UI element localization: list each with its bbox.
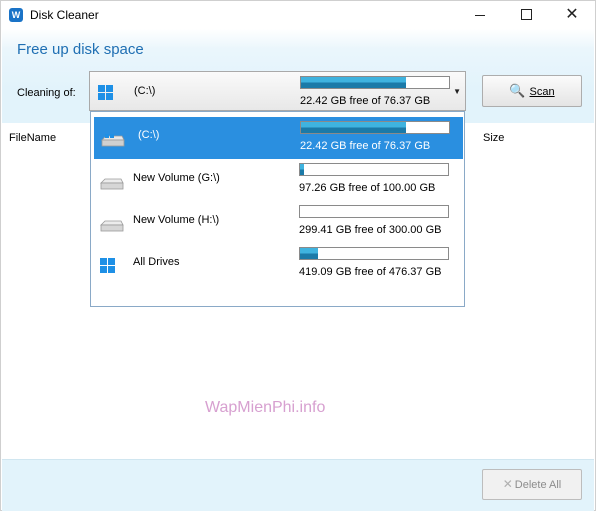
- dropdown-item-free: 97.26 GB free of 100.00 GB: [299, 182, 436, 194]
- dropdown-item-h[interactable]: New Volume (H:\) 299.41 GB free of 300.0…: [91, 201, 464, 243]
- drive-dropdown-list: (C:\) 22.42 GB free of 76.37 GB New Volu…: [90, 111, 465, 307]
- drive-usage-bar: [299, 163, 449, 176]
- watermark: WapMienPhi.info: [205, 399, 326, 416]
- dropdown-item-free: 22.42 GB free of 76.37 GB: [300, 140, 431, 152]
- chevron-down-icon[interactable]: ▼: [453, 87, 461, 96]
- usage-fill: [300, 164, 305, 175]
- dropdown-item-name: All Drives: [133, 256, 180, 268]
- drive-icon: [100, 220, 124, 232]
- dropdown-item-all-drives[interactable]: All Drives 419.09 GB free of 476.37 GB: [91, 243, 464, 285]
- cleaning-of-label: Cleaning of:: [17, 87, 76, 99]
- selected-drive-name: (C:\): [134, 85, 156, 97]
- close-icon: ✕: [565, 6, 579, 23]
- maximize-button[interactable]: [503, 1, 549, 29]
- scan-button-label: Scan: [529, 86, 555, 98]
- scan-button[interactable]: 🔍 Scan: [482, 75, 582, 107]
- magnifier-icon: 🔍: [509, 83, 526, 98]
- dropdown-item-g[interactable]: New Volume (G:\) 97.26 GB free of 100.00…: [91, 159, 464, 201]
- delete-all-button[interactable]: ✕ Delete All: [482, 469, 582, 500]
- windows-drive-icon: [101, 134, 125, 147]
- dropdown-item-name: (C:\): [138, 129, 160, 141]
- drive-select[interactable]: (C:\) 22.42 GB free of 76.37 GB ▼: [89, 71, 466, 111]
- dropdown-item-name: New Volume (H:\): [133, 214, 220, 226]
- page-title: Free up disk space: [17, 41, 144, 58]
- window-title: Disk Cleaner: [30, 8, 99, 22]
- dropdown-item-free: 419.09 GB free of 476.37 GB: [299, 266, 442, 278]
- windows-drive-icon: [98, 85, 114, 101]
- maximize-icon: [520, 8, 532, 20]
- title-bar: W Disk Cleaner ✕: [1, 1, 595, 29]
- minimize-icon: [475, 14, 485, 16]
- usage-fill: [301, 77, 407, 88]
- windows-logo-icon: [100, 258, 116, 274]
- drive-usage-bar: [299, 205, 449, 218]
- selected-drive-free: 22.42 GB free of 76.37 GB: [300, 95, 431, 107]
- dropdown-item-free: 299.41 GB free of 300.00 GB: [299, 224, 442, 236]
- dropdown-item-c[interactable]: (C:\) 22.42 GB free of 76.37 GB: [94, 117, 463, 159]
- delete-all-label: Delete All: [514, 479, 562, 491]
- column-filename[interactable]: FileName: [9, 132, 56, 144]
- usage-fill: [300, 248, 318, 259]
- selected-drive-usage-bar: [300, 76, 450, 89]
- minimize-button[interactable]: [457, 1, 503, 29]
- drive-usage-bar: [299, 247, 449, 260]
- disk-cleaner-window: W Disk Cleaner ✕ Free up disk space Clea…: [0, 0, 596, 511]
- delete-icon: ✕: [502, 477, 513, 491]
- app-icon: W: [9, 8, 23, 22]
- column-size[interactable]: Size: [483, 132, 504, 144]
- close-button[interactable]: ✕: [549, 1, 595, 29]
- drive-usage-bar: [300, 121, 450, 134]
- drive-icon: [100, 178, 124, 190]
- dropdown-item-name: New Volume (G:\): [133, 172, 220, 184]
- usage-fill: [301, 122, 407, 133]
